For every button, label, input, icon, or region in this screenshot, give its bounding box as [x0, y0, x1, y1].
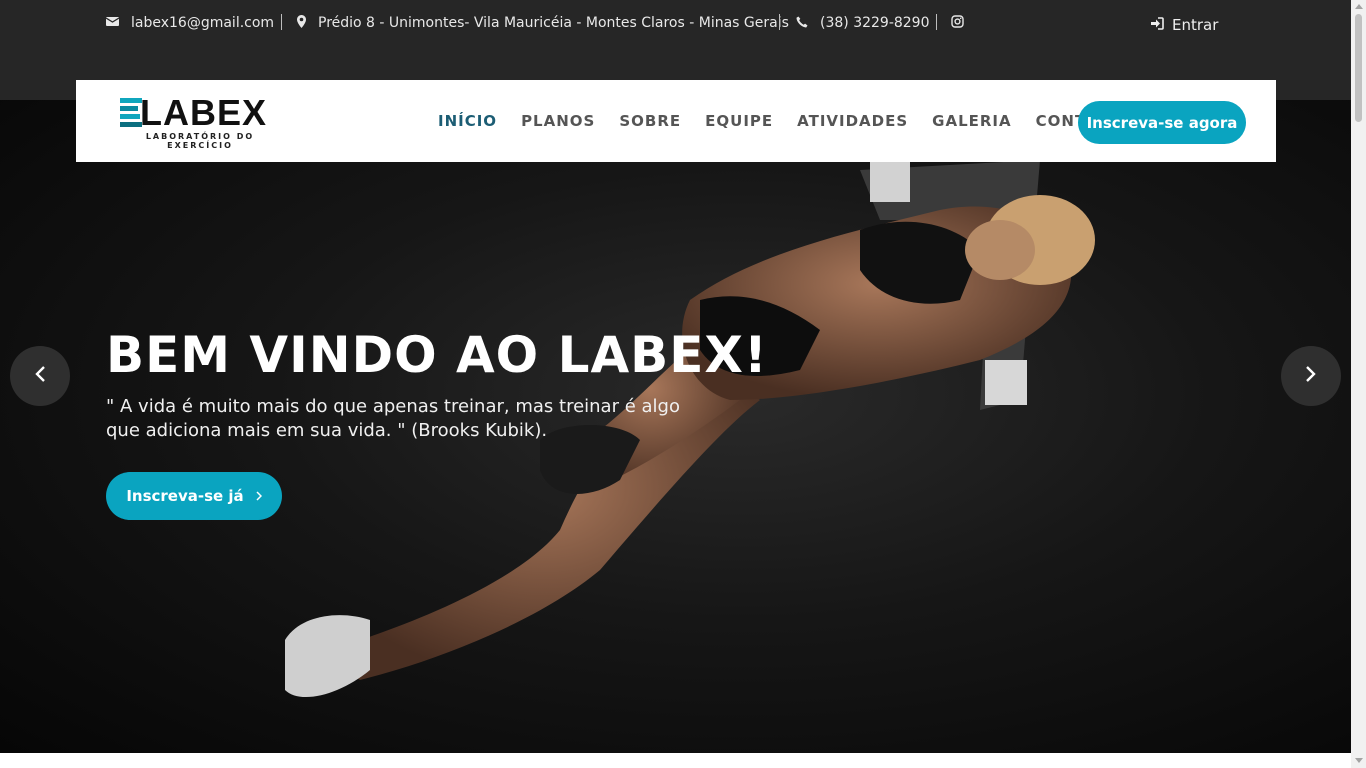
scroll-up-arrow-icon[interactable]	[1355, 4, 1363, 9]
email-contact[interactable]: labex16@gmail.com	[105, 14, 275, 32]
phone-icon	[796, 16, 808, 31]
login-link[interactable]: Entrar	[1150, 16, 1218, 34]
page-scrollbar[interactable]	[1351, 0, 1366, 768]
scroll-down-arrow-icon[interactable]	[1355, 758, 1363, 763]
chevron-right-icon	[256, 487, 262, 505]
logo-mark	[120, 98, 142, 128]
hero-quote: " A vida é muito mais do que apenas trei…	[106, 396, 680, 441]
nav-item-inicio[interactable]: INÍCIO	[438, 112, 497, 130]
hero-signup-label: Inscreva-se já	[126, 487, 244, 505]
chevron-right-icon	[1305, 365, 1317, 387]
nav-item-equipe[interactable]: EQUIPE	[705, 112, 773, 130]
instagram-link[interactable]	[951, 14, 964, 32]
slider-prev-button[interactable]	[10, 346, 70, 406]
chevron-left-icon	[34, 365, 46, 387]
nav-menu: INÍCIO PLANOS SOBRE EQUIPE ATIVIDADES GA…	[438, 112, 1121, 130]
address-contact: Prédio 8 - Unimontes- Vila Mauricéia - M…	[297, 14, 789, 32]
nav-item-atividades[interactable]: ATIVIDADES	[797, 112, 908, 130]
address-text: Prédio 8 - Unimontes- Vila Mauricéia - M…	[318, 15, 789, 31]
phone-text: (38) 3229-8290	[820, 15, 930, 31]
login-label: Entrar	[1172, 16, 1219, 34]
scrollbar-thumb[interactable]	[1355, 14, 1362, 122]
logo-subtitle: LABORATÓRIO DO EXERCÍCIO	[145, 132, 255, 150]
hero-slider: BEM VINDO AO LABEX! " A vida é muito mai…	[0, 100, 1351, 753]
logo-text: LABEX	[140, 92, 268, 133]
nav-item-sobre[interactable]: SOBRE	[619, 112, 681, 130]
phone-contact[interactable]: (38) 3229-8290	[796, 14, 930, 32]
main-navbar: LABEX LABORATÓRIO DO EXERCÍCIO INÍCIO PL…	[76, 80, 1276, 162]
divider	[936, 14, 937, 30]
signup-now-button[interactable]: Inscreva-se agora	[1078, 101, 1246, 144]
sign-in-icon	[1150, 16, 1164, 34]
envelope-icon	[105, 16, 120, 30]
nav-item-galeria[interactable]: GALERIA	[932, 112, 1011, 130]
hero-signup-button[interactable]: Inscreva-se já	[106, 472, 282, 520]
nav-item-planos[interactable]: PLANOS	[521, 112, 595, 130]
divider	[779, 14, 780, 30]
map-marker-icon	[297, 15, 306, 31]
divider	[281, 14, 282, 30]
labex-logo[interactable]: LABEX LABORATÓRIO DO EXERCÍCIO	[120, 92, 280, 150]
slider-next-button[interactable]	[1281, 346, 1341, 406]
email-text: labex16@gmail.com	[131, 15, 275, 31]
hero-title: BEM VINDO AO LABEX!	[106, 326, 768, 384]
instagram-icon	[951, 14, 964, 32]
